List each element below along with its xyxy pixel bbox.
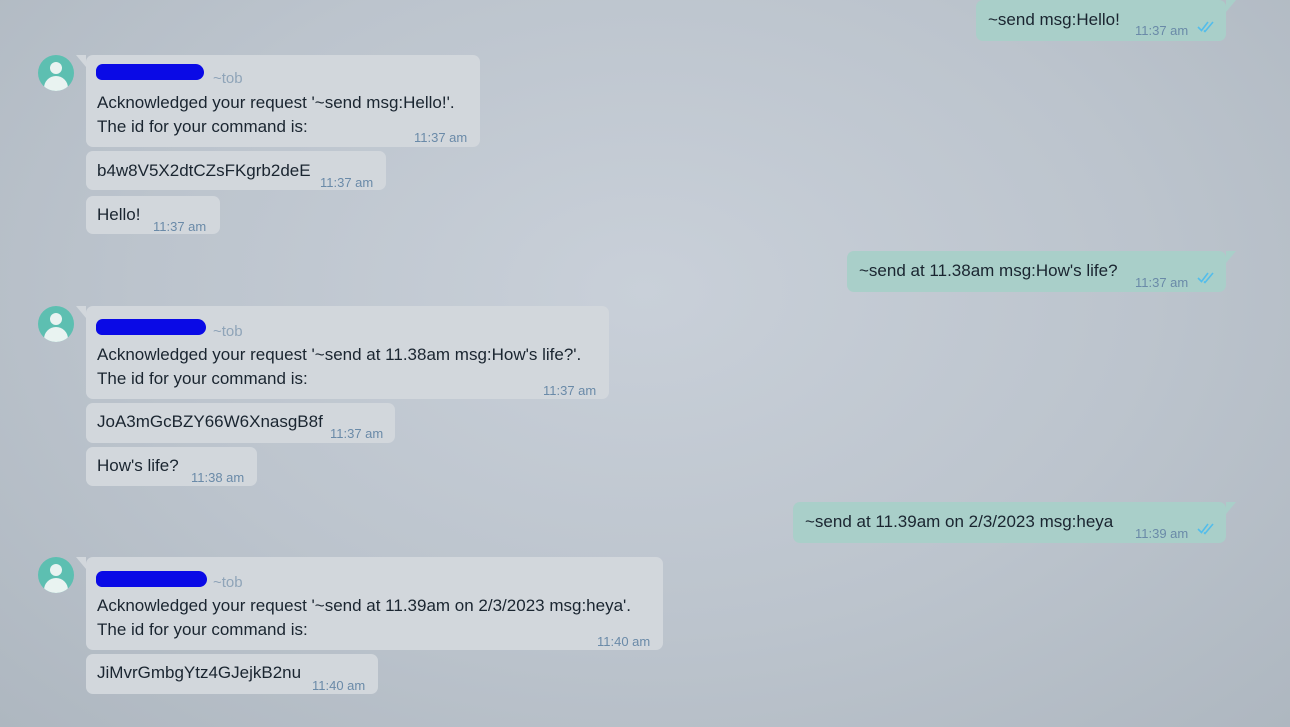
- message-time: 11:37 am: [153, 219, 207, 234]
- command-id: JoA3mGcBZY66W6XnasgB8f: [97, 412, 323, 431]
- double-check-icon: [1197, 272, 1214, 284]
- redacted-sender-name: [96, 64, 204, 80]
- bubble-tail: [76, 55, 86, 67]
- incoming-message[interactable]: JoA3mGcBZY66W6XnasgB8f 11:37 am: [86, 403, 395, 443]
- message-time: 11:38 am: [191, 470, 245, 485]
- outgoing-message[interactable]: ~send at 11.39am on 2/3/2023 msg:heya 11…: [793, 502, 1226, 543]
- incoming-message[interactable]: ~tob Acknowledged your request '~send at…: [86, 306, 609, 399]
- avatar[interactable]: [38, 55, 74, 91]
- incoming-message[interactable]: ~tob Acknowledged your request '~send ms…: [86, 55, 480, 147]
- message-time: 11:37 am: [414, 130, 468, 145]
- message-text: ~send msg:Hello!: [988, 10, 1120, 29]
- avatar[interactable]: [38, 306, 74, 342]
- bubble-tail: [76, 557, 86, 569]
- incoming-message[interactable]: How's life? 11:38 am: [86, 447, 257, 486]
- bubble-tail: [1226, 502, 1236, 514]
- message-time: 11:37 am: [543, 383, 597, 398]
- message-time: 11:37 am: [1135, 275, 1189, 290]
- chat-area: ~send msg:Hello! 11:37 am ~tob Acknowled…: [0, 0, 1290, 727]
- sender-tag: ~tob: [213, 323, 243, 340]
- bubble-tail: [1226, 0, 1236, 12]
- double-check-icon: [1197, 21, 1214, 33]
- redacted-sender-name: [96, 319, 206, 335]
- message-text: ~send at 11.38am msg:How's life?: [859, 261, 1118, 280]
- sender-tag: ~tob: [213, 70, 243, 87]
- message-text: Hello!: [97, 205, 141, 224]
- message-text: The id for your command is:: [97, 620, 308, 639]
- message-time: 11:40 am: [597, 634, 651, 649]
- command-id: b4w8V5X2dtCZsFKgrb2deE: [97, 161, 311, 180]
- incoming-message[interactable]: ~tob Acknowledged your request '~send at…: [86, 557, 663, 650]
- message-text: How's life?: [97, 456, 179, 475]
- bubble-tail: [76, 306, 86, 318]
- message-time: 11:37 am: [320, 175, 374, 190]
- message-text: Acknowledged your request '~send at 11.3…: [97, 345, 582, 364]
- redacted-sender-name: [96, 571, 207, 587]
- message-time: 11:37 am: [1135, 23, 1189, 38]
- message-time: 11:39 am: [1135, 526, 1189, 541]
- bubble-tail: [1226, 251, 1236, 263]
- command-id: JiMvrGmbgYtz4GJejkB2nu: [97, 663, 302, 682]
- message-text: The id for your command is:: [97, 117, 308, 136]
- message-text: ~send at 11.39am on 2/3/2023 msg:heya: [805, 512, 1114, 531]
- message-text: The id for your command is:: [97, 369, 308, 388]
- incoming-message[interactable]: JiMvrGmbgYtz4GJejkB2nu 11:40 am: [86, 654, 378, 694]
- message-time: 11:37 am: [330, 426, 384, 441]
- message-text: Acknowledged your request '~send msg:Hel…: [97, 93, 455, 112]
- message-time: 11:40 am: [312, 678, 366, 693]
- avatar[interactable]: [38, 557, 74, 593]
- outgoing-message[interactable]: ~send msg:Hello! 11:37 am: [976, 0, 1226, 41]
- incoming-message[interactable]: b4w8V5X2dtCZsFKgrb2deE 11:37 am: [86, 151, 386, 190]
- outgoing-message[interactable]: ~send at 11.38am msg:How's life? 11:37 a…: [847, 251, 1226, 292]
- double-check-icon: [1197, 523, 1214, 535]
- sender-tag: ~tob: [213, 574, 243, 591]
- incoming-message[interactable]: Hello! 11:37 am: [86, 196, 220, 234]
- message-text: Acknowledged your request '~send at 11.3…: [97, 596, 631, 615]
